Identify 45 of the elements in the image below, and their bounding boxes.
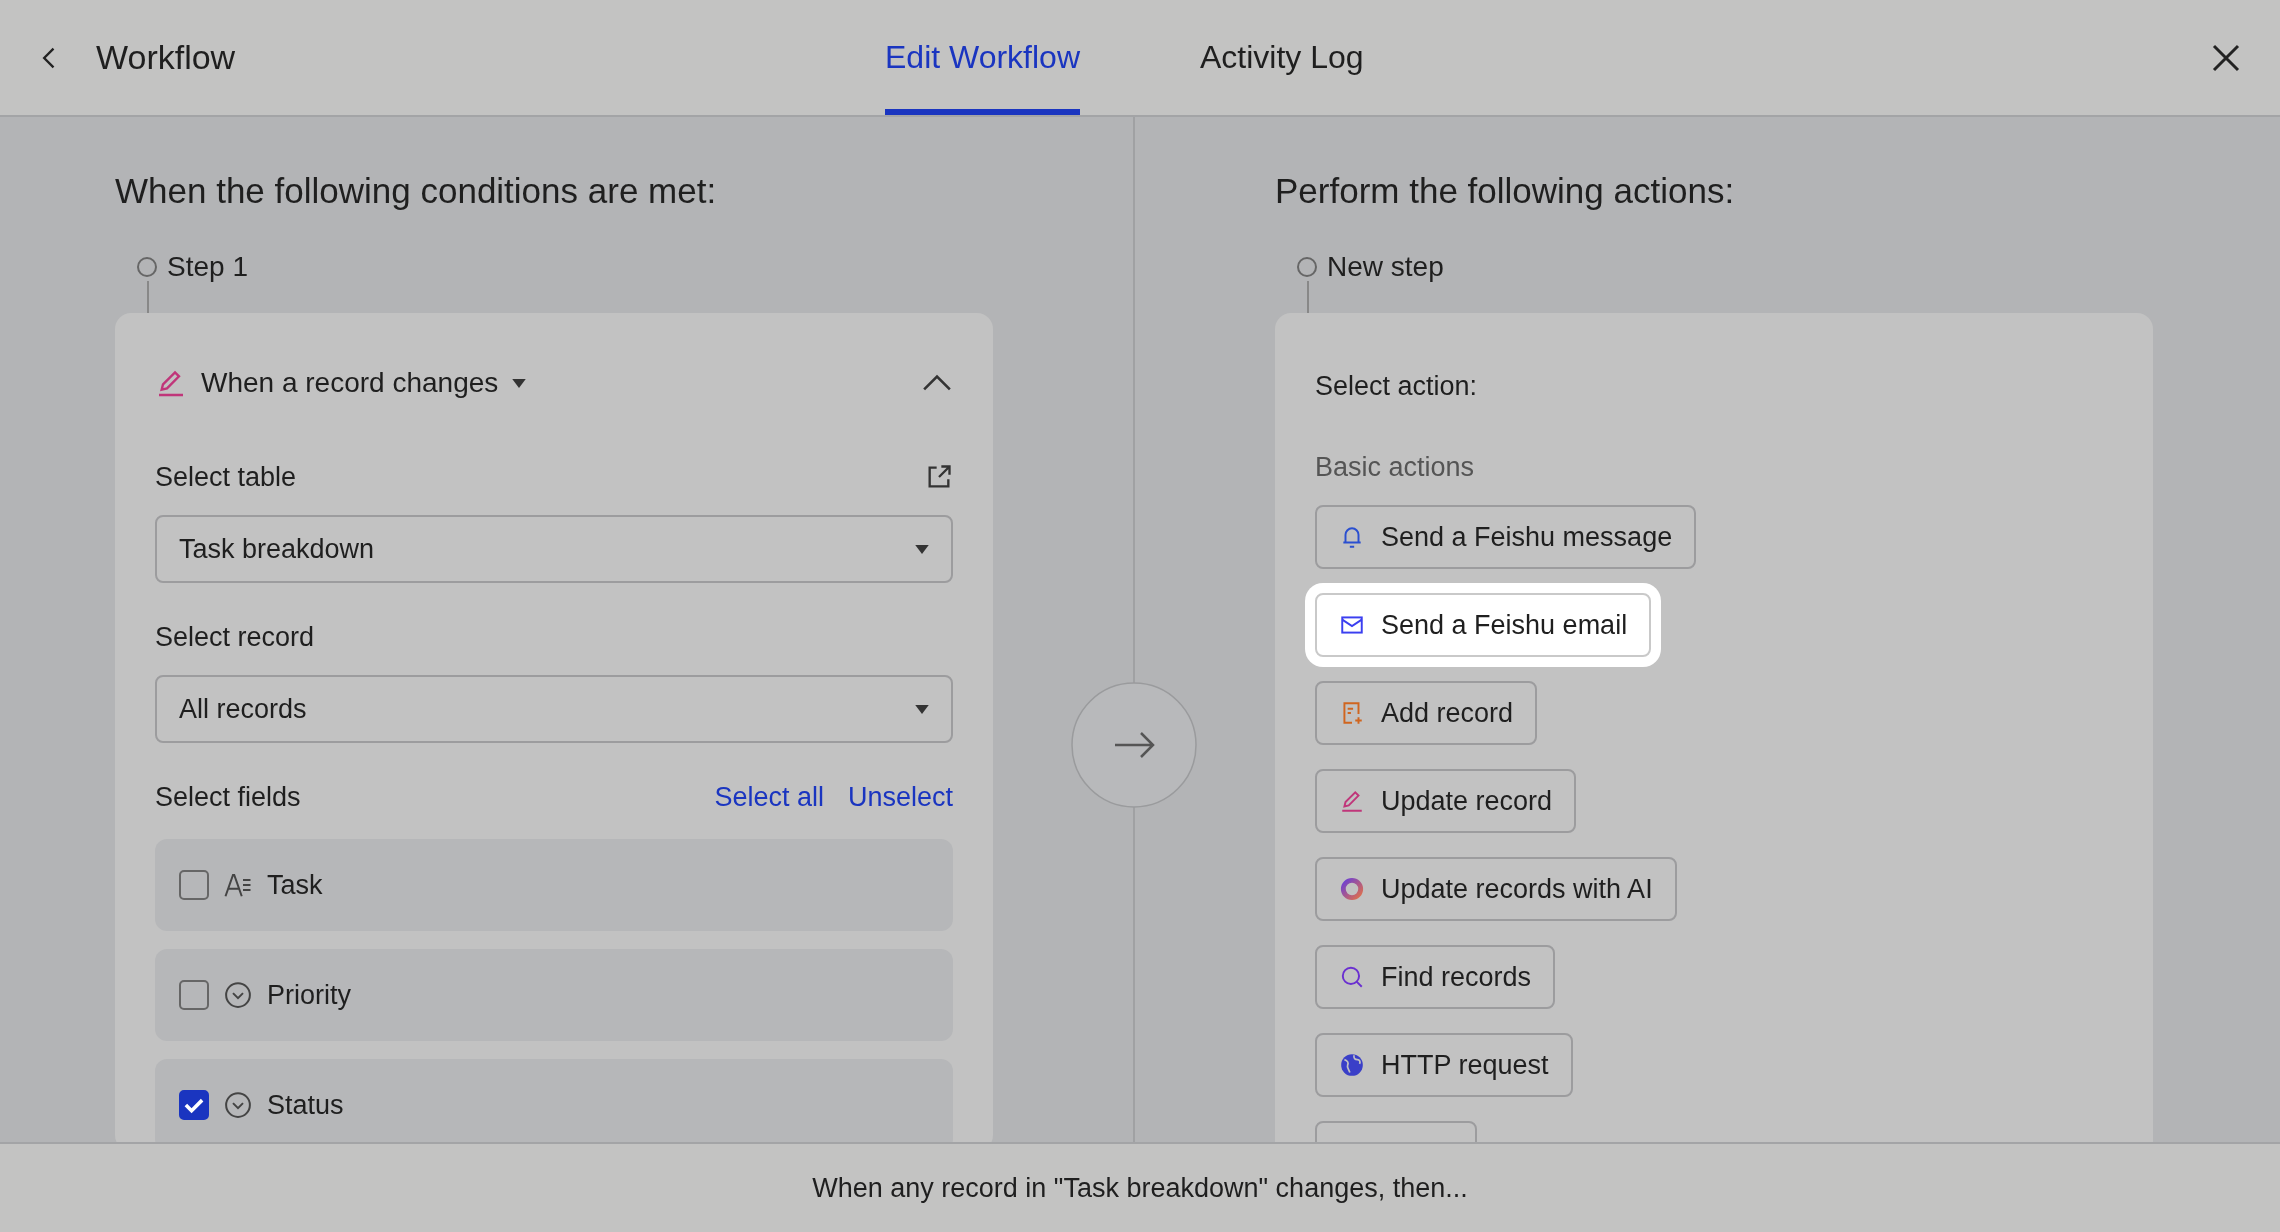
section-heading: When the following conditions are met: bbox=[115, 171, 718, 211]
caret-icon bbox=[915, 544, 929, 554]
search-icon bbox=[1339, 964, 1365, 990]
checkbox[interactable] bbox=[179, 980, 209, 1010]
record-dropdown[interactable]: All records bbox=[155, 675, 953, 743]
checkbox[interactable] bbox=[179, 870, 209, 900]
dropdown-field-icon bbox=[223, 1090, 253, 1120]
field-label: Select record bbox=[155, 621, 315, 653]
section-label: Select action: bbox=[1315, 371, 1479, 402]
field-name: Status bbox=[267, 1089, 344, 1121]
action-button[interactable]: Add record bbox=[1315, 681, 1538, 745]
caret-icon bbox=[915, 704, 929, 714]
field-row[interactable]: Task bbox=[155, 839, 953, 931]
field-name: Task bbox=[267, 869, 323, 901]
step-circle-icon bbox=[137, 257, 157, 277]
summary-text: When any record in "Task breakdown" changes, then... bbox=[812, 1172, 1468, 1204]
table-dropdown[interactable]: Task breakdown bbox=[155, 515, 953, 583]
collapse-icon[interactable] bbox=[921, 374, 953, 392]
trigger-dropdown[interactable]: When a record changes bbox=[201, 367, 499, 399]
step-label: Step 1 bbox=[167, 251, 248, 283]
action-button[interactable]: Send a Feishu message bbox=[1315, 505, 1697, 569]
field-row[interactable]: Priority bbox=[155, 949, 953, 1041]
step-label: New step bbox=[1327, 251, 1444, 283]
tab[interactable]: Activity Log bbox=[1200, 0, 1364, 115]
action-button[interactable]: HTTP request bbox=[1315, 1033, 1573, 1097]
section-heading: Perform the following actions: bbox=[1275, 171, 1736, 211]
caret-icon bbox=[512, 378, 527, 388]
group-label: Basic actions bbox=[1315, 452, 1476, 483]
field-label: Select fields bbox=[155, 781, 301, 813]
globe-icon bbox=[1339, 1052, 1365, 1078]
window-title: Workflow bbox=[96, 38, 236, 77]
ring-icon bbox=[1339, 876, 1365, 902]
field-row[interactable]: Status bbox=[155, 1059, 953, 1142]
link[interactable]: Select all bbox=[714, 781, 824, 813]
action-button[interactable]: Update record bbox=[1315, 769, 1577, 833]
field-name: Priority bbox=[267, 979, 351, 1011]
dropdown-field-icon bbox=[223, 980, 253, 1010]
field-label: Select table bbox=[155, 461, 297, 493]
tab[interactable]: Edit Workflow bbox=[885, 0, 1080, 115]
action-button[interactable]: Find records bbox=[1315, 945, 1556, 1009]
checkbox[interactable] bbox=[179, 1090, 209, 1120]
action-button[interactable]: Update records with AI bbox=[1315, 857, 1677, 921]
link[interactable]: Unselect bbox=[847, 781, 953, 813]
pencil-icon bbox=[1339, 788, 1365, 814]
step-circle-icon bbox=[1297, 257, 1317, 277]
